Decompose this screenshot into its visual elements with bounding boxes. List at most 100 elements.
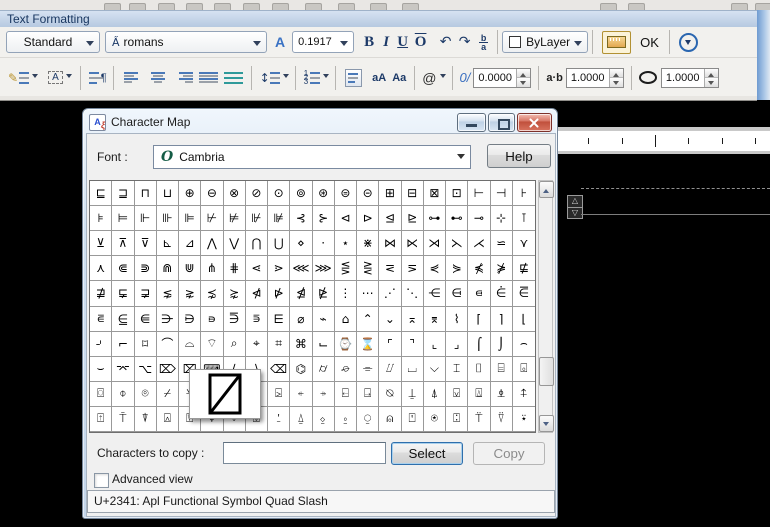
char-cell[interactable]: ⍇: [334, 381, 357, 407]
char-cell[interactable]: ⌗: [268, 331, 291, 357]
char-cell[interactable]: ⊧: [90, 206, 113, 232]
char-cell[interactable]: ⊙: [268, 181, 291, 207]
tracking-stepper[interactable]: 1.0000: [565, 67, 624, 88]
char-cell[interactable]: ⋾: [245, 306, 268, 332]
char-cell[interactable]: ⌊: [512, 307, 535, 332]
char-cell[interactable]: ⍟: [423, 406, 446, 432]
char-cell[interactable]: ⍙: [290, 406, 313, 432]
char-cell[interactable]: ⍜: [357, 406, 380, 432]
char-cell[interactable]: ⍊: [401, 381, 424, 407]
char-cell[interactable]: ⋽: [223, 306, 246, 332]
char-cell[interactable]: ⌇: [446, 306, 469, 332]
char-cell[interactable]: ⌄: [379, 306, 402, 332]
char-cell[interactable]: ⌃: [357, 306, 380, 332]
char-cell[interactable]: ⋕: [223, 256, 246, 282]
char-cell[interactable]: ⌛: [357, 331, 380, 357]
char-cell[interactable]: ⌫: [268, 356, 291, 382]
char-cell[interactable]: ⊓: [134, 181, 157, 207]
char-cell[interactable]: ⊵: [401, 206, 424, 232]
char-cell[interactable]: ⋴: [468, 281, 491, 307]
char-cell[interactable]: ⋻: [179, 306, 202, 332]
char-cell[interactable]: ⌰: [379, 356, 402, 382]
char-cell[interactable]: ⌑: [134, 331, 157, 357]
char-cell[interactable]: ⊖: [201, 181, 224, 207]
spin-down-icon[interactable]: [704, 78, 718, 87]
char-cell[interactable]: ⊢: [468, 181, 491, 207]
char-cell[interactable]: ⋺: [156, 306, 179, 332]
char-cell[interactable]: ⍢: [490, 406, 513, 432]
char-cell[interactable]: ⌔: [201, 331, 224, 357]
char-cell[interactable]: ⌻: [512, 357, 535, 382]
spin-up-icon[interactable]: [517, 68, 531, 78]
oblique-angle-stepper[interactable]: 0.0000: [473, 67, 532, 88]
char-cell[interactable]: ⊹: [490, 206, 513, 232]
char-cell[interactable]: ⊶: [423, 206, 446, 232]
char-cell[interactable]: ⊩: [134, 206, 157, 232]
char-cell[interactable]: ⌯: [357, 356, 380, 382]
char-cell[interactable]: ⌏: [90, 331, 113, 357]
char-cell[interactable]: ⌓: [179, 331, 202, 357]
char-cell[interactable]: ⋉: [401, 231, 424, 257]
char-cell[interactable]: ⍣: [512, 407, 535, 432]
char-cell[interactable]: ⋮: [334, 281, 357, 307]
char-cell[interactable]: ⋙: [312, 256, 335, 282]
char-cell[interactable]: ⋨: [201, 281, 224, 307]
char-cell[interactable]: ⍏: [512, 382, 535, 407]
char-cell[interactable]: ⊨: [112, 206, 135, 232]
char-cell[interactable]: ⍎: [490, 381, 513, 407]
char-cell[interactable]: ⊯: [268, 206, 291, 232]
char-cell[interactable]: ⊡: [446, 181, 469, 207]
char-cell[interactable]: ⋭: [312, 281, 335, 307]
char-cell[interactable]: ⊭: [223, 206, 246, 232]
char-cell[interactable]: ⋗: [268, 256, 291, 282]
char-cell[interactable]: ⍐: [90, 406, 113, 432]
char-cell[interactable]: ⌴: [401, 356, 424, 382]
char-cell[interactable]: ⋫: [268, 281, 291, 307]
char-cell[interactable]: ⋞: [423, 256, 446, 282]
char-cell[interactable]: ⋷: [90, 306, 113, 332]
char-cell[interactable]: ⋟: [446, 256, 469, 282]
maximize-button[interactable]: [488, 113, 515, 132]
char-cell[interactable]: ⍉: [379, 381, 402, 407]
char-cell[interactable]: ⊔: [156, 181, 179, 207]
overline-button[interactable]: O: [411, 34, 430, 51]
help-button[interactable]: Help: [487, 144, 551, 168]
columns-button[interactable]: ✎: [8, 71, 39, 85]
align-right-button[interactable]: [174, 71, 193, 85]
uppercase-button[interactable]: aA: [372, 72, 386, 84]
char-cell[interactable]: ⊞: [379, 181, 402, 207]
line-spacing-button[interactable]: ↕: [260, 71, 289, 85]
char-cell[interactable]: ⌢: [512, 332, 535, 357]
font-combo[interactable]: A̋ romans: [105, 31, 267, 53]
char-cell[interactable]: ⋏: [90, 256, 113, 282]
bold-button[interactable]: B: [360, 34, 378, 51]
char-cell[interactable]: ⋤: [112, 281, 135, 307]
char-cell[interactable]: ⋊: [423, 231, 446, 257]
spin-down-icon[interactable]: [609, 78, 623, 87]
char-cell[interactable]: ⊸: [468, 206, 491, 232]
font-dropdown[interactable]: O Cambria: [153, 145, 471, 169]
char-cell[interactable]: ⌦: [156, 356, 179, 382]
char-cell[interactable]: ⊕: [179, 181, 202, 207]
symbol-button[interactable]: @: [422, 70, 446, 86]
color-combo[interactable]: ByLayer: [502, 31, 589, 53]
char-cell[interactable]: ⋯: [357, 281, 380, 307]
char-cell[interactable]: ⌮: [334, 356, 357, 382]
grid-scrollbar[interactable]: [538, 180, 554, 433]
char-cell[interactable]: ⋘: [290, 256, 313, 282]
char-cell[interactable]: ⋖: [245, 256, 268, 282]
char-cell[interactable]: ⋂: [245, 231, 268, 257]
char-cell[interactable]: ⌁: [312, 306, 335, 332]
ok-button[interactable]: OK: [640, 35, 659, 50]
char-cell[interactable]: ⊚: [290, 181, 313, 207]
char-cell[interactable]: ⌐: [112, 331, 135, 357]
char-cell[interactable]: ⌾: [134, 381, 157, 407]
minimize-button[interactable]: [457, 113, 486, 132]
char-cell[interactable]: ⋳: [446, 281, 469, 307]
char-cell[interactable]: ⋝: [401, 256, 424, 282]
scroll-up-button[interactable]: [539, 181, 554, 198]
char-cell[interactable]: ⍚: [312, 406, 335, 432]
char-cell[interactable]: ⋔: [201, 256, 224, 282]
char-cell[interactable]: ⋼: [201, 306, 224, 332]
char-cell[interactable]: ⍝: [379, 406, 402, 432]
